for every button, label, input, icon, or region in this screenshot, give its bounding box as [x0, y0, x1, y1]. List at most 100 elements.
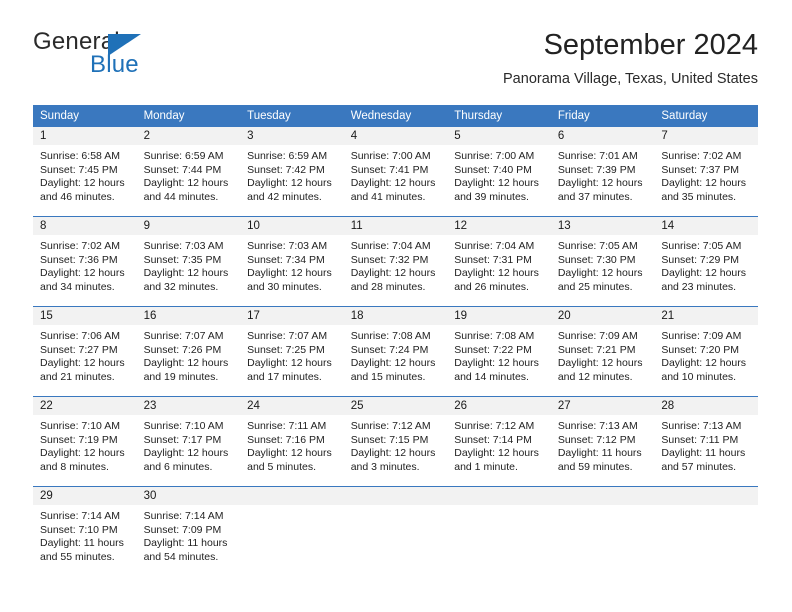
daylight-text-line1: Daylight: 12 hours — [350, 177, 436, 190]
daylight-text-line2: and 26 minutes. — [454, 280, 529, 293]
calendar-day-cell[interactable]: 27 Sunrise: 7:13 AM Sunset: 7:12 PM Dayl… — [550, 396, 655, 487]
day-number: 2 — [136, 127, 241, 145]
calendar-day-cell[interactable]: 10 Sunrise: 7:03 AM Sunset: 7:34 PM Dayl… — [240, 216, 344, 307]
calendar-day-cell[interactable]: 16 Sunrise: 7:07 AM Sunset: 7:26 PM Dayl… — [136, 306, 241, 397]
sunset-text: Sunset: 7:40 PM — [454, 163, 532, 176]
calendar-day-cell[interactable]: 19 Sunrise: 7:08 AM Sunset: 7:22 PM Dayl… — [447, 306, 551, 397]
day-cell-inner: 17 Sunrise: 7:07 AM Sunset: 7:25 PM Dayl… — [240, 307, 344, 396]
daylight-text-line2: and 59 minutes. — [557, 460, 633, 473]
day-cell-inner — [550, 487, 655, 576]
day-cell-inner: 26 Sunrise: 7:12 AM Sunset: 7:14 PM Dayl… — [447, 397, 551, 486]
day-cell-inner — [343, 487, 448, 576]
calendar-day-cell[interactable]: 9 Sunrise: 7:03 AM Sunset: 7:35 PM Dayli… — [136, 216, 241, 307]
calendar-day-cell[interactable]: 3 Sunrise: 6:59 AM Sunset: 7:42 PM Dayli… — [240, 127, 344, 217]
calendar-day-cell[interactable]: 20 Sunrise: 7:09 AM Sunset: 7:21 PM Dayl… — [550, 306, 655, 397]
calendar-day-cell[interactable]: 1 Sunrise: 6:58 AM Sunset: 7:45 PM Dayli… — [33, 127, 137, 217]
calendar-day-cell[interactable]: 8 Sunrise: 7:02 AM Sunset: 7:36 PM Dayli… — [33, 216, 137, 307]
daylight-text-line1: Daylight: 12 hours — [661, 177, 747, 190]
day-cell-inner: 11 Sunrise: 7:04 AM Sunset: 7:32 PM Dayl… — [343, 217, 448, 306]
calendar-day-cell[interactable]: 30 Sunrise: 7:14 AM Sunset: 7:09 PM Dayl… — [136, 486, 241, 576]
day-number: 1 — [33, 127, 137, 145]
calendar-day-cell[interactable]: 24 Sunrise: 7:11 AM Sunset: 7:16 PM Dayl… — [240, 396, 344, 487]
calendar-day-cell[interactable]: 14 Sunrise: 7:05 AM Sunset: 7:29 PM Dayl… — [654, 216, 758, 307]
sunrise-text: Sunrise: 7:02 AM — [661, 150, 742, 162]
sunrise-text: Sunrise: 7:12 AM — [350, 420, 431, 432]
daylight-text-line2: and 14 minutes. — [454, 370, 529, 383]
day-details: Sunrise: 7:10 AM Sunset: 7:19 PM Dayligh… — [33, 415, 137, 474]
daylight-text-line2: and 23 minutes. — [661, 280, 737, 293]
daylight-text-line1: Daylight: 12 hours — [40, 447, 125, 460]
calendar-day-cell[interactable]: 5 Sunrise: 7:00 AM Sunset: 7:40 PM Dayli… — [447, 127, 551, 217]
sunset-text: Sunset: 7:39 PM — [557, 163, 636, 176]
daylight-text-line2: and 5 minutes. — [247, 460, 317, 473]
daylight-text-line1: Daylight: 11 hours — [557, 447, 642, 460]
calendar-day-cell[interactable]: 4 Sunrise: 7:00 AM Sunset: 7:41 PM Dayli… — [343, 127, 448, 217]
day-details: Sunrise: 7:13 AM Sunset: 7:11 PM Dayligh… — [654, 415, 758, 474]
daylight-text-line1: Daylight: 12 hours — [143, 177, 229, 190]
calendar-week-row: 29 Sunrise: 7:14 AM Sunset: 7:10 PM Dayl… — [33, 486, 758, 576]
daylight-text-line1: Daylight: 12 hours — [454, 447, 539, 460]
weekday-header-friday: Friday — [550, 105, 655, 127]
daylight-text-line2: and 19 minutes. — [143, 370, 219, 383]
calendar-day-cell[interactable]: 21 Sunrise: 7:09 AM Sunset: 7:20 PM Dayl… — [654, 306, 758, 397]
day-details: Sunrise: 7:02 AM Sunset: 7:36 PM Dayligh… — [33, 235, 137, 294]
calendar-day-cell[interactable]: 25 Sunrise: 7:12 AM Sunset: 7:15 PM Dayl… — [343, 396, 448, 487]
calendar-day-cell[interactable]: 28 Sunrise: 7:13 AM Sunset: 7:11 PM Dayl… — [654, 396, 758, 487]
daylight-text-line2: and 12 minutes. — [557, 370, 633, 383]
sunrise-text: Sunrise: 7:06 AM — [40, 330, 120, 342]
page-header: General Blue September 2024 Panorama Vil… — [33, 28, 758, 98]
sunrise-text: Sunrise: 7:09 AM — [557, 330, 638, 342]
sunrise-text: Sunrise: 7:08 AM — [454, 330, 535, 342]
calendar-day-cell[interactable]: 13 Sunrise: 7:05 AM Sunset: 7:30 PM Dayl… — [550, 216, 655, 307]
daylight-text-line1: Daylight: 11 hours — [143, 537, 228, 550]
day-cell-inner: 13 Sunrise: 7:05 AM Sunset: 7:30 PM Dayl… — [550, 217, 655, 306]
day-number: 6 — [550, 127, 655, 145]
logo-text-blue: Blue — [90, 51, 139, 78]
calendar-day-cell[interactable]: 22 Sunrise: 7:10 AM Sunset: 7:19 PM Dayl… — [33, 396, 137, 487]
sunrise-text: Sunrise: 6:59 AM — [247, 150, 328, 162]
sunset-text: Sunset: 7:10 PM — [40, 523, 118, 536]
sunset-text: Sunset: 7:45 PM — [40, 163, 118, 176]
day-details: Sunrise: 7:08 AM Sunset: 7:24 PM Dayligh… — [344, 325, 448, 384]
sunset-text: Sunset: 7:25 PM — [247, 343, 325, 356]
calendar-day-cell[interactable]: 15 Sunrise: 7:06 AM Sunset: 7:27 PM Dayl… — [33, 306, 137, 397]
calendar-day-cell[interactable]: 18 Sunrise: 7:08 AM Sunset: 7:24 PM Dayl… — [343, 306, 448, 397]
daylight-text-line1: Daylight: 11 hours — [40, 537, 124, 550]
daylight-text-line1: Daylight: 12 hours — [40, 357, 125, 370]
sunrise-text: Sunrise: 7:09 AM — [661, 330, 742, 342]
day-details: Sunrise: 7:02 AM Sunset: 7:37 PM Dayligh… — [654, 145, 758, 204]
calendar-day-cell[interactable]: 23 Sunrise: 7:10 AM Sunset: 7:17 PM Dayl… — [136, 396, 241, 487]
daylight-text-line2: and 17 minutes. — [247, 370, 322, 383]
general-blue-logo[interactable]: General Blue — [33, 28, 243, 88]
weekday-header-monday: Monday — [136, 105, 241, 127]
day-details: Sunrise: 7:09 AM Sunset: 7:20 PM Dayligh… — [654, 325, 758, 384]
calendar-day-cell[interactable]: 7 Sunrise: 7:02 AM Sunset: 7:37 PM Dayli… — [654, 127, 758, 217]
day-cell-inner: 8 Sunrise: 7:02 AM Sunset: 7:36 PM Dayli… — [33, 217, 137, 306]
day-cell-inner: 1 Sunrise: 6:58 AM Sunset: 7:45 PM Dayli… — [33, 127, 137, 216]
calendar-day-cell[interactable]: 2 Sunrise: 6:59 AM Sunset: 7:44 PM Dayli… — [136, 127, 241, 217]
daylight-text-line2: and 21 minutes. — [40, 370, 115, 383]
calendar-day-cell[interactable]: 11 Sunrise: 7:04 AM Sunset: 7:32 PM Dayl… — [343, 216, 448, 307]
calendar-day-cell[interactable]: 6 Sunrise: 7:01 AM Sunset: 7:39 PM Dayli… — [550, 127, 655, 217]
day-number: 29 — [33, 487, 137, 505]
calendar-day-cell[interactable]: 29 Sunrise: 7:14 AM Sunset: 7:10 PM Dayl… — [33, 486, 137, 576]
day-cell-inner: 24 Sunrise: 7:11 AM Sunset: 7:16 PM Dayl… — [240, 397, 344, 486]
day-number: 21 — [654, 307, 758, 325]
day-cell-inner: 6 Sunrise: 7:01 AM Sunset: 7:39 PM Dayli… — [550, 127, 655, 216]
day-cell-inner: 4 Sunrise: 7:00 AM Sunset: 7:41 PM Dayli… — [343, 127, 448, 216]
calendar-day-cell[interactable]: 12 Sunrise: 7:04 AM Sunset: 7:31 PM Dayl… — [447, 216, 551, 307]
day-details: Sunrise: 7:05 AM Sunset: 7:29 PM Dayligh… — [654, 235, 758, 294]
day-cell-inner: 30 Sunrise: 7:14 AM Sunset: 7:09 PM Dayl… — [136, 487, 241, 576]
sunrise-text: Sunrise: 7:05 AM — [557, 240, 638, 252]
day-details: Sunrise: 7:05 AM Sunset: 7:30 PM Dayligh… — [551, 235, 655, 294]
day-number — [447, 487, 551, 505]
day-cell-inner: 16 Sunrise: 7:07 AM Sunset: 7:26 PM Dayl… — [136, 307, 241, 396]
calendar-day-cell[interactable]: 26 Sunrise: 7:12 AM Sunset: 7:14 PM Dayl… — [447, 396, 551, 487]
day-cell-inner: 3 Sunrise: 6:59 AM Sunset: 7:42 PM Dayli… — [240, 127, 344, 216]
sunset-text: Sunset: 7:19 PM — [40, 433, 118, 446]
day-number: 26 — [447, 397, 551, 415]
day-number: 7 — [654, 127, 758, 145]
daylight-text-line2: and 34 minutes. — [40, 280, 115, 293]
calendar-day-cell[interactable]: 17 Sunrise: 7:07 AM Sunset: 7:25 PM Dayl… — [240, 306, 344, 397]
daylight-text-line1: Daylight: 12 hours — [557, 177, 643, 190]
